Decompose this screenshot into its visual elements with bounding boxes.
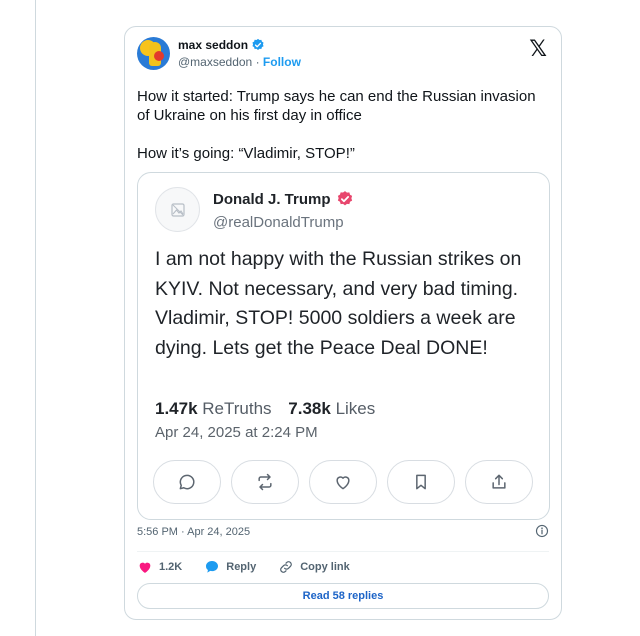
link-icon — [280, 561, 293, 573]
image-placeholder-icon — [170, 202, 185, 217]
retruth-icon — [258, 473, 272, 491]
x-logo-icon[interactable]: 𝕏 — [529, 39, 547, 61]
quote-avatar — [155, 187, 200, 232]
reply-label: Reply — [226, 561, 257, 573]
quote-retruth-button[interactable] — [231, 460, 299, 504]
tweet-actions: 1.2K Reply Copy link — [137, 559, 372, 575]
quote-author-handle: @realDonaldTrump — [213, 214, 344, 231]
quote-date: Apr 24, 2025 at 2:24 PM — [155, 424, 318, 441]
verified-badge-icon — [337, 191, 352, 206]
follow-link[interactable]: Follow — [263, 55, 301, 69]
likes-label: Likes — [335, 399, 376, 418]
like-count: 1.2K — [159, 561, 183, 573]
embedded-tweet-card: max seddon @maxseddon · Follow 𝕏 How it … — [124, 26, 562, 620]
bookmark-icon — [416, 474, 426, 490]
copy-link-label: Copy link — [300, 561, 350, 573]
quote-author-name: Donald J. Trump — [213, 190, 331, 208]
like-icon — [336, 476, 350, 490]
reply-bubble-icon — [206, 561, 219, 573]
share-icon — [492, 474, 506, 489]
tweet-author: max seddon @maxseddon · Follow — [137, 37, 301, 70]
tweet-timestamp[interactable]: 5:56 PM · Apr 24, 2025 — [137, 526, 250, 538]
tweet-text-line-1: How it started: Trump says he can end th… — [137, 88, 536, 124]
quote-reply-button[interactable] — [153, 460, 221, 504]
quote-like-button[interactable] — [309, 460, 377, 504]
read-replies-button[interactable]: Read 58 replies — [137, 583, 549, 609]
quoted-post-card[interactable]: Donald J. Trump @realDonaldTrump I am no… — [137, 172, 550, 520]
reply-icon — [179, 474, 195, 490]
author-name[interactable]: max seddon — [178, 38, 248, 52]
quote-bookmark-button[interactable] — [387, 460, 455, 504]
handle-separator: · — [255, 55, 260, 69]
quote-share-button[interactable] — [465, 460, 533, 504]
tweet-text-line-2: How it’s going: “Vladimir, STOP!” — [137, 145, 355, 162]
info-icon[interactable] — [535, 524, 549, 538]
divider — [137, 551, 549, 552]
retruths-label: ReTruths — [202, 399, 272, 418]
quote-stats: 1.47k ReTruths 7.38k Likes — [155, 399, 387, 419]
avatar[interactable] — [137, 37, 170, 70]
quote-body-text: I am not happy with the Russian strikes … — [155, 248, 522, 359]
verified-badge-icon — [252, 38, 264, 50]
copy-link-button[interactable]: Copy link — [278, 559, 350, 575]
like-button[interactable]: 1.2K — [137, 559, 182, 575]
page-divider-line — [35, 0, 36, 636]
quote-action-bar — [153, 460, 533, 504]
author-handle[interactable]: @maxseddon — [178, 55, 252, 69]
likes-count: 7.38k — [288, 399, 331, 418]
tweet-text: How it started: Trump says he can end th… — [137, 87, 547, 182]
reply-button[interactable]: Reply — [204, 559, 256, 575]
heart-icon — [139, 562, 151, 573]
tweet-timestamp-row: 5:56 PM · Apr 24, 2025 — [137, 524, 549, 538]
retruths-count: 1.47k — [155, 399, 198, 418]
